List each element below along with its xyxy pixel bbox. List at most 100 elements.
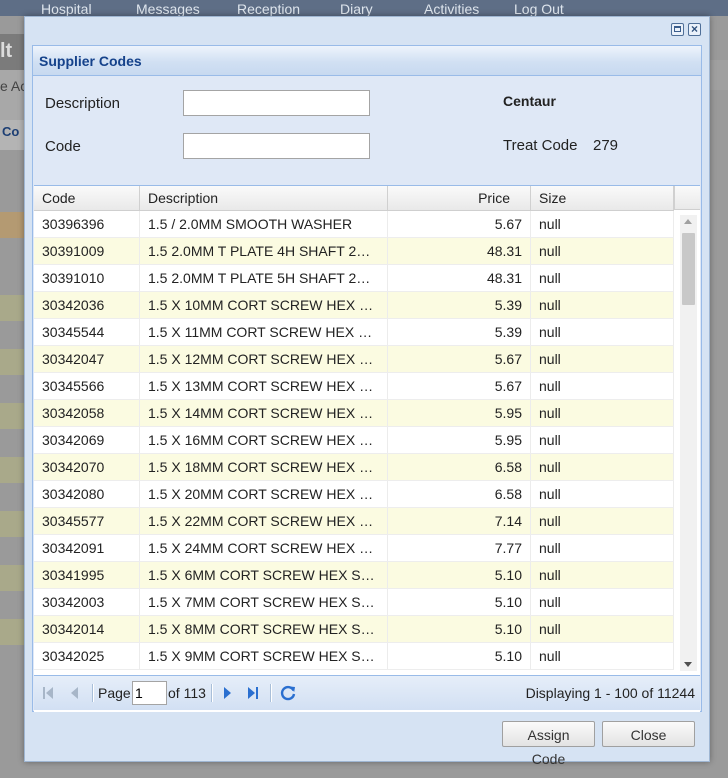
table-row[interactable]: 30396396 1.5 / 2.0MM SMOOTH WASHER 5.67 … [34,211,674,238]
supplier-codes-grid: Code Description Price Size 30396396 1.5… [34,185,700,712]
column-header-price[interactable]: Price [388,186,531,210]
cell-code: 30341995 [34,562,140,588]
last-page-icon[interactable] [246,686,260,700]
background-nav: Hospital Messages Reception Diary Activi… [0,0,728,17]
cell-price: 48.31 [388,238,531,264]
page-label: Page [98,685,131,701]
code-label: Code [45,138,81,155]
next-page-icon[interactable] [221,686,235,700]
column-header-code[interactable]: Code [34,186,140,210]
cell-description: 1.5 2.0MM T PLATE 4H SHAFT 2H HEAD [140,238,388,264]
cell-size: null [531,427,674,453]
cell-size: null [531,211,674,237]
close-button[interactable]: Close [602,721,695,747]
cell-price: 7.77 [388,535,531,561]
cell-size: null [531,481,674,507]
toolbar-separator [270,684,272,702]
cell-code: 30342070 [34,454,140,480]
cell-description: 1.5 / 2.0MM SMOOTH WASHER [140,211,388,237]
table-row[interactable]: 30342025 1.5 X 9MM CORT SCREW HEX SELF T… [34,643,674,670]
table-row[interactable]: 30345577 1.5 X 22MM CORT SCREW HEX SELF … [34,508,674,535]
scroll-up-icon[interactable] [684,219,692,224]
cell-code: 30342036 [34,292,140,318]
table-row[interactable]: 30342014 1.5 X 8MM CORT SCREW HEX SELF T… [34,616,674,643]
cell-code: 30342069 [34,427,140,453]
table-row[interactable]: 30342003 1.5 X 7MM CORT SCREW HEX SELF T… [34,589,674,616]
first-page-icon[interactable] [43,686,57,700]
cell-code: 30391009 [34,238,140,264]
window-tools: × [671,23,701,36]
table-row[interactable]: 30342047 1.5 X 12MM CORT SCREW HEX SELF … [34,346,674,373]
table-row[interactable]: 30342036 1.5 X 10MM CORT SCREW HEX SELF … [34,292,674,319]
treat-code-value: 279 [593,137,619,154]
cell-description: 1.5 X 22MM CORT SCREW HEX SELF TAP [140,508,388,534]
scrollbar-thumb[interactable] [682,233,695,305]
refresh-icon[interactable] [279,684,297,702]
prev-page-icon[interactable] [68,686,82,700]
cell-code: 30342014 [34,616,140,642]
cell-description: 1.5 X 24MM CORT SCREW HEX SELF TAP [140,535,388,561]
cell-size: null [531,535,674,561]
cell-size: null [531,265,674,291]
cell-price: 5.10 [388,616,531,642]
cell-size: null [531,562,674,588]
close-icon[interactable]: × [688,23,701,36]
table-row[interactable]: 30342058 1.5 X 14MM CORT SCREW HEX SELF … [34,400,674,427]
grid-scrollbar[interactable] [680,215,697,671]
cell-price: 5.67 [388,346,531,372]
grid-header: Code Description Price Size [34,186,674,211]
background-title-fragment: lt [0,40,13,62]
cell-code: 30342091 [34,535,140,561]
cell-code: 30342025 [34,643,140,669]
cell-price: 5.95 [388,427,531,453]
paging-toolbar: Page of 113 Displaying 1 - 100 of 11244 [34,675,700,710]
table-row[interactable]: 30342080 1.5 X 20MM CORT SCREW HEX SELF … [34,481,674,508]
cell-size: null [531,454,674,480]
cell-price: 5.10 [388,643,531,669]
cell-price: 48.31 [388,265,531,291]
cell-size: null [531,373,674,399]
cell-price: 5.95 [388,400,531,426]
maximize-icon[interactable] [671,23,684,36]
cell-description: 1.5 X 10MM CORT SCREW HEX SELF TAP [140,292,388,318]
table-row[interactable]: 30345544 1.5 X 11MM CORT SCREW HEX SELF … [34,319,674,346]
cell-size: null [531,319,674,345]
table-row[interactable]: 30342070 1.5 X 18MM CORT SCREW HEX SELF … [34,454,674,481]
supplier-name: Centaur [503,93,556,109]
table-row[interactable]: 30342091 1.5 X 24MM CORT SCREW HEX SELF … [34,535,674,562]
cell-price: 5.67 [388,211,531,237]
background-right-edge [708,60,728,90]
table-row[interactable]: 30341995 1.5 X 6MM CORT SCREW HEX SELF T… [34,562,674,589]
cell-size: null [531,508,674,534]
cell-price: 5.39 [388,319,531,345]
supplier-codes-window: × Supplier Codes Description Code Centau… [24,16,710,767]
cell-price: 7.14 [388,508,531,534]
grid-body: 30396396 1.5 / 2.0MM SMOOTH WASHER 5.67 … [34,211,674,671]
search-form: Description Code Centaur Treat Code 279 [33,76,701,184]
cell-code: 30342080 [34,481,140,507]
cell-description: 1.5 X 11MM CORT SCREW HEX SELF TAP [140,319,388,345]
assign-code-button[interactable]: Assign Code [502,721,595,767]
description-input[interactable] [183,90,370,116]
treat-code-label: Treat Code [503,137,578,154]
column-header-size[interactable]: Size [531,186,674,210]
cell-description: 1.5 X 18MM CORT SCREW HEX SELF TAP [140,454,388,480]
code-input[interactable] [183,133,370,159]
column-header-description[interactable]: Description [140,186,388,210]
page-number-input[interactable] [132,681,167,705]
cell-code: 30342047 [34,346,140,372]
description-label: Description [45,95,121,112]
cell-description: 1.5 X 16MM CORT SCREW HEX SELF TAP [140,427,388,453]
table-row[interactable]: 30391010 1.5 2.0MM T PLATE 5H SHAFT 2H H… [34,265,674,292]
table-row[interactable]: 30391009 1.5 2.0MM T PLATE 4H SHAFT 2H H… [34,238,674,265]
cell-price: 5.10 [388,589,531,615]
cell-size: null [531,238,674,264]
cell-size: null [531,616,674,642]
cell-price: 6.58 [388,454,531,480]
cell-code: 30342058 [34,400,140,426]
table-row[interactable]: 30345566 1.5 X 13MM CORT SCREW HEX SELF … [34,373,674,400]
cell-description: 1.5 X 20MM CORT SCREW HEX SELF TAP [140,481,388,507]
display-count: Displaying 1 - 100 of 11244 [525,685,695,701]
table-row[interactable]: 30342069 1.5 X 16MM CORT SCREW HEX SELF … [34,427,674,454]
scroll-down-icon[interactable] [684,662,692,667]
